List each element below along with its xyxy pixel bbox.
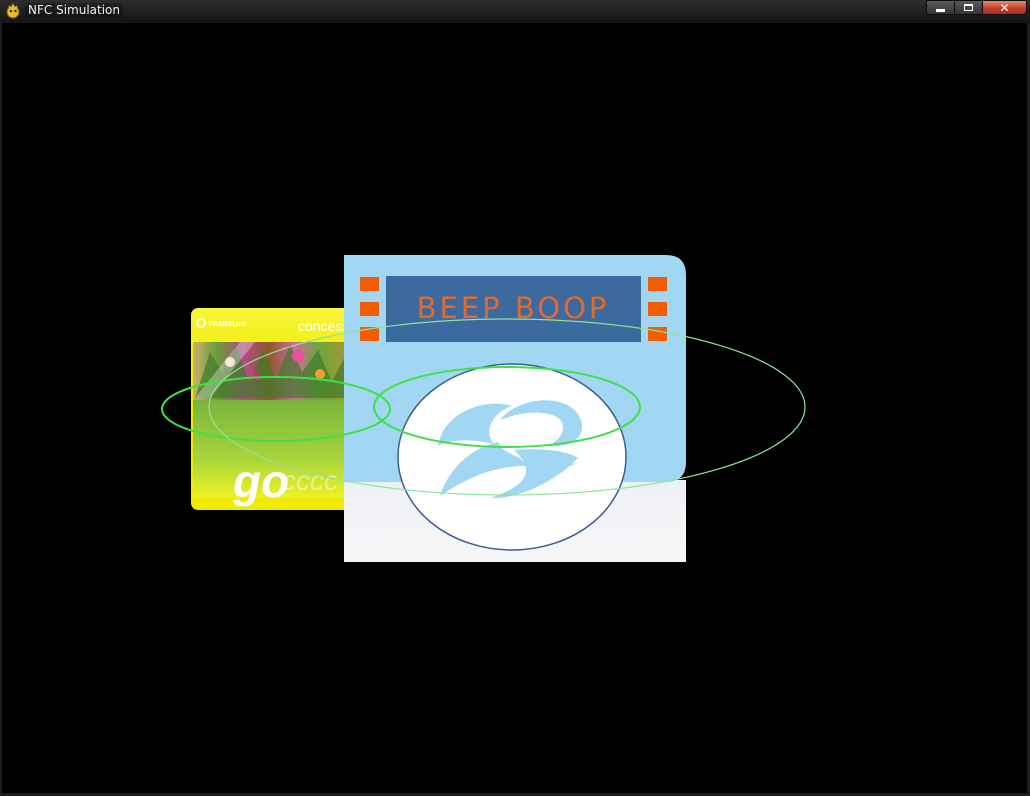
window-controls: ✕ [926,0,1027,16]
close-button[interactable]: ✕ [982,0,1027,15]
minimize-button[interactable] [926,0,954,15]
simulation-canvas[interactable]: TRANSLink concession go cccc BEEP BOOP [2,23,1027,793]
simulation-scene: TRANSLink concession go cccc BEEP BOOP [161,255,806,562]
screen-text: BEEP BOOP [417,291,610,325]
card-tail-text: cccc [282,465,338,496]
card-logo-text: go [232,455,289,507]
card-brand-text: TRANSLink [208,321,247,328]
app-icon [6,3,20,19]
maximize-button[interactable] [954,0,982,15]
minimize-icon [936,8,945,12]
reader-screen: BEEP BOOP [386,276,641,342]
nfc-reader[interactable]: BEEP BOOP [344,255,686,562]
window-title: NFC Simulation [25,3,123,17]
close-icon: ✕ [999,0,1010,15]
title-bar[interactable]: NFC Simulation ✕ [0,0,1030,22]
reader-indicators-left [360,277,379,341]
maximize-icon [964,4,973,11]
translink-swirl-icon [397,363,627,551]
